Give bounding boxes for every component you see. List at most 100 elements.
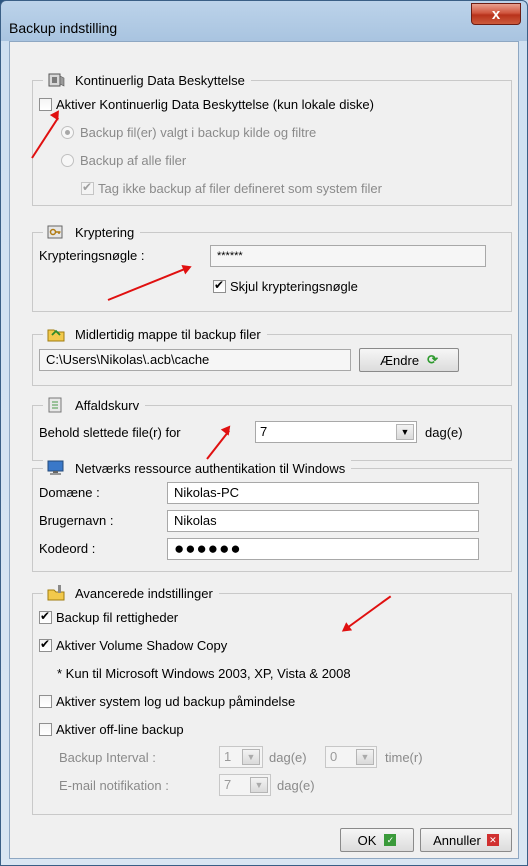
keep-days-select[interactable]: 7 ▼	[255, 421, 417, 443]
encryption-title: Kryptering	[75, 224, 135, 240]
domain-label: Domæne :	[39, 485, 100, 500]
close-button[interactable]: x	[471, 3, 521, 25]
cdp-radio-all-label: Backup af alle filer	[80, 153, 187, 168]
interval-hours-value: 0	[330, 749, 338, 764]
cancel-button[interactable]: Annuller ✕	[420, 828, 512, 852]
hide-key-row[interactable]: Skjul krypteringsnøgle	[213, 278, 358, 294]
cdp-enable-label: Aktiver Kontinuerlig Data Beskyttelse (k…	[56, 97, 374, 112]
window-title: Backup indstilling	[9, 20, 118, 36]
interval-label-row: Backup Interval :	[59, 750, 156, 765]
folder-icon	[47, 326, 65, 342]
email-label-row: E-mail notifikation :	[59, 778, 169, 793]
advanced-title: Avancerede indstillinger	[75, 585, 213, 601]
email-label: E-mail notifikation :	[59, 778, 169, 793]
cdp-radio-all-row[interactable]: Backup af alle filer	[61, 153, 186, 168]
vss-label: Aktiver Volume Shadow Copy	[56, 638, 228, 653]
network-computer-icon	[47, 460, 65, 476]
syslog-checkbox[interactable]	[39, 695, 52, 708]
keep-deleted-label-row: Behold slettede file(r) for	[39, 425, 181, 440]
cdp-enable-row[interactable]: Aktiver Kontinuerlig Data Beskyttelse (k…	[39, 97, 374, 112]
recycle-bin-icon	[47, 397, 65, 413]
backup-rights-row[interactable]: Backup fil rettigheder	[39, 609, 179, 625]
cdp-skip-system-checkbox[interactable]	[81, 180, 94, 195]
username-label: Brugernavn :	[39, 513, 114, 528]
dialog-content: Kontinuerlig Data Beskyttelse Aktiver Ko…	[9, 41, 519, 859]
dropdown-arrow-icon[interactable]: ▼	[250, 777, 268, 793]
offline-checkbox[interactable]	[39, 723, 52, 736]
change-folder-button[interactable]: Ændre ⟳	[359, 348, 459, 372]
encryption-group-header: Kryptering	[43, 223, 141, 241]
cdp-radio-selected-row[interactable]: Backup fil(er) valgt i backup kilde og f…	[61, 125, 316, 140]
interval-label: Backup Interval :	[59, 750, 156, 765]
cdp-radio-selected[interactable]	[61, 126, 74, 139]
cdp-skip-system-row[interactable]: Tag ikke backup af filer defineret som s…	[81, 180, 382, 196]
keep-days-unit: dag(e)	[425, 425, 463, 440]
recycle-title: Affaldskurv	[75, 397, 140, 413]
cdp-skip-system-label: Tag ikke backup af filer defineret som s…	[98, 181, 382, 196]
cancel-label: Annuller	[433, 832, 481, 848]
recycle-group-header: Affaldskurv	[43, 396, 146, 414]
network-group: Netværks ressource authentikation til Wi…	[32, 459, 512, 572]
key-icon	[47, 224, 65, 240]
dropdown-arrow-icon[interactable]: ▼	[396, 424, 414, 440]
encryption-key-label: Krypteringsnøgle :	[39, 248, 145, 263]
refresh-icon: ⟳	[427, 352, 438, 367]
interval-days-value: 1	[224, 749, 232, 764]
title-bar[interactable]: Backup indstilling x	[1, 1, 527, 39]
password-label: Kodeord :	[39, 541, 96, 556]
advanced-group-header: Avancerede indstillinger	[43, 584, 219, 602]
dropdown-arrow-icon[interactable]: ▼	[356, 749, 374, 765]
temp-folder-group-header: Midlertidig mappe til backup filer	[43, 325, 267, 343]
x-icon: ✕	[486, 834, 499, 846]
hide-key-label: Skjul krypteringsnøgle	[230, 279, 358, 294]
syslog-row[interactable]: Aktiver system log ud backup påmindelse	[39, 694, 295, 709]
cdp-group: Kontinuerlig Data Beskyttelse Aktiver Ko…	[32, 71, 512, 206]
temp-folder-path[interactable]: C:\Users\Nikolas\.acb\cache	[39, 349, 351, 371]
keep-deleted-label: Behold slettede file(r) for	[39, 425, 181, 440]
password-label-row: Kodeord :	[39, 541, 95, 556]
backup-rights-label: Backup fil rettigheder	[56, 610, 179, 625]
interval-hours-unit-row: time(r)	[385, 750, 423, 765]
encryption-key-label-row: Krypteringsnøgle :	[39, 248, 145, 263]
network-group-header: Netværks ressource authentikation til Wi…	[43, 459, 352, 477]
backup-settings-dialog: Backup indstilling x Kontinuerlig Data B…	[0, 0, 528, 866]
vss-checkbox[interactable]	[39, 637, 52, 652]
interval-days-select[interactable]: 1 ▼	[219, 746, 263, 768]
cdp-enable-checkbox[interactable]	[39, 98, 52, 111]
temp-folder-title: Midlertidig mappe til backup filer	[75, 326, 261, 342]
hide-key-checkbox[interactable]	[213, 278, 226, 293]
interval-days-unit-row: dag(e)	[269, 750, 307, 765]
password-field[interactable]: ●●●●●●	[167, 538, 479, 560]
temp-folder-group: Midlertidig mappe til backup filer C:\Us…	[32, 325, 512, 386]
email-days-select[interactable]: 7 ▼	[219, 774, 271, 796]
change-folder-label: Ændre	[380, 352, 420, 368]
username-field[interactable]: Nikolas	[167, 510, 479, 532]
keep-days-unit-row: dag(e)	[425, 425, 463, 440]
encryption-key-field[interactable]: ******	[210, 245, 486, 267]
vss-row[interactable]: Aktiver Volume Shadow Copy	[39, 637, 228, 653]
tools-folder-icon	[47, 585, 65, 601]
cdp-radio-selected-label: Backup fil(er) valgt i backup kilde og f…	[80, 125, 317, 140]
email-days-value: 7	[224, 777, 232, 792]
domain-field[interactable]: Nikolas-PC	[167, 482, 479, 504]
check-icon: ✓	[384, 834, 397, 846]
dropdown-arrow-icon[interactable]: ▼	[242, 749, 260, 765]
ok-button[interactable]: OK ✓	[340, 828, 414, 852]
vss-note: * Kun til Microsoft Windows 2003, XP, Vi…	[57, 666, 351, 681]
vss-note-row: * Kun til Microsoft Windows 2003, XP, Vi…	[57, 666, 351, 681]
cdp-group-header: Kontinuerlig Data Beskyttelse	[43, 71, 251, 89]
username-label-row: Brugernavn :	[39, 513, 113, 528]
interval-days-unit: dag(e)	[269, 750, 307, 765]
encryption-group: Kryptering Krypteringsnøgle : ****** Skj…	[32, 223, 512, 312]
cdp-radio-all[interactable]	[61, 154, 74, 167]
interval-hours-select[interactable]: 0 ▼	[325, 746, 377, 768]
network-title: Netværks ressource authentikation til Wi…	[75, 460, 346, 476]
ok-label: OK	[357, 832, 377, 848]
offline-row[interactable]: Aktiver off-line backup	[39, 722, 184, 737]
domain-label-row: Domæne :	[39, 485, 100, 500]
backup-rights-checkbox[interactable]	[39, 609, 52, 624]
offline-label: Aktiver off-line backup	[56, 722, 184, 737]
recycle-group: Affaldskurv Behold slettede file(r) for …	[32, 396, 512, 461]
keep-days-value: 7	[260, 424, 268, 439]
email-days-unit: dag(e)	[277, 778, 315, 793]
